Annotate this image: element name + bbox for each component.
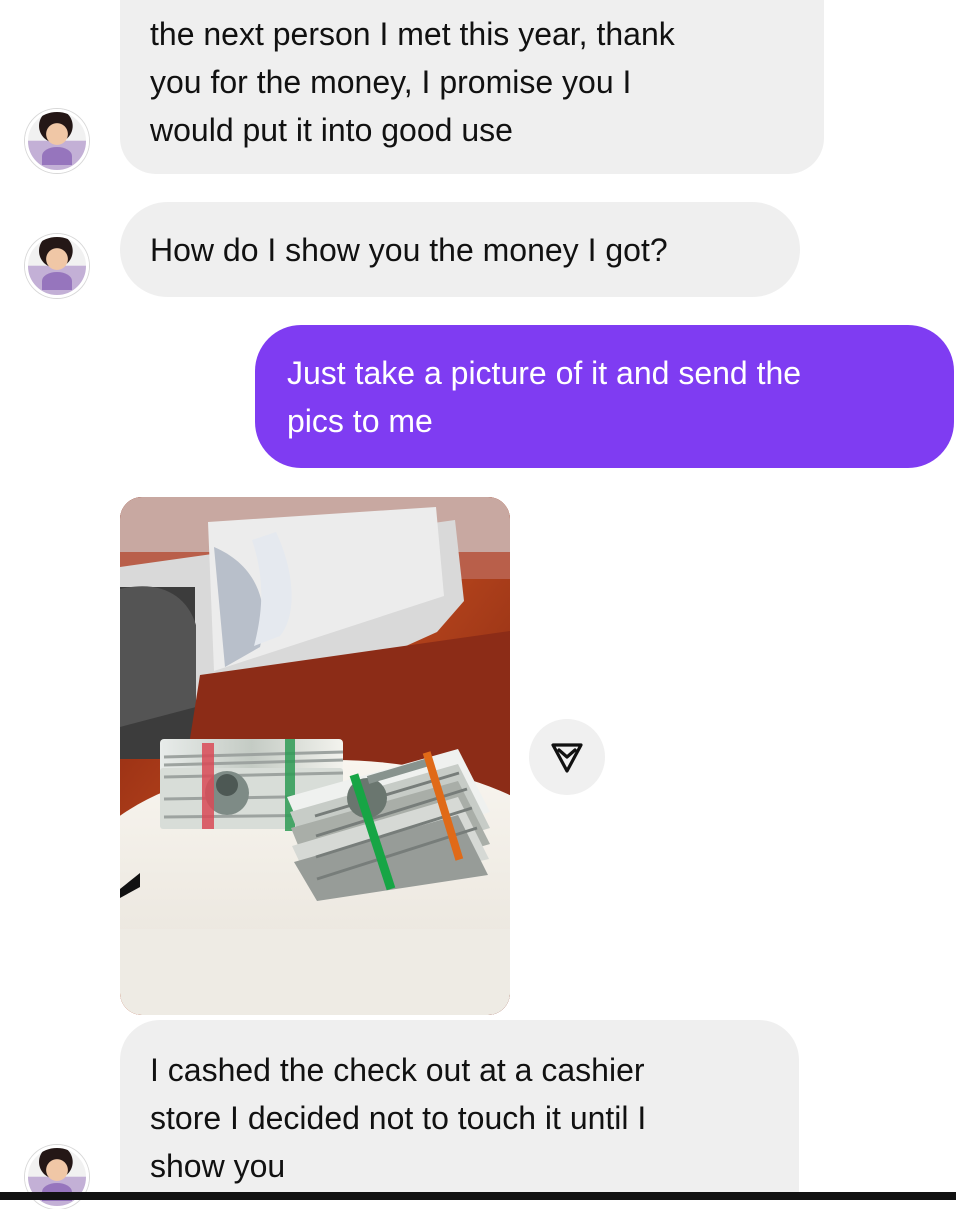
message-bubble-incoming[interactable]: I cashed the check out at a cashier stor…: [120, 1020, 799, 1192]
message-bubble-incoming[interactable]: the next person I met this year, thank y…: [120, 0, 824, 174]
message-bubble-outgoing[interactable]: Just take a picture of it and send the p…: [255, 325, 954, 468]
message-bubble-incoming[interactable]: How do I show you the money I got?: [120, 202, 800, 297]
conversation-thread: the next person I met this year, thank y…: [0, 0, 956, 1209]
shared-photo[interactable]: [120, 497, 510, 1015]
screen-edge: [0, 1192, 956, 1200]
share-button[interactable]: [529, 719, 605, 795]
share-icon: [551, 743, 583, 773]
contact-avatar-icon[interactable]: [25, 234, 89, 298]
contact-avatar-icon[interactable]: [25, 109, 89, 173]
